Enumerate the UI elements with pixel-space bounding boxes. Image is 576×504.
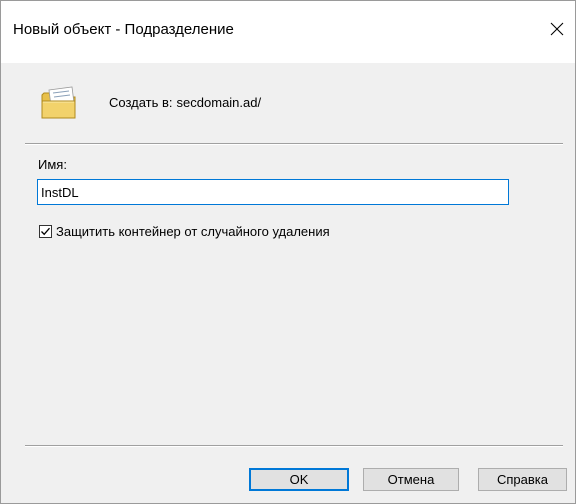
create-in-info: Создать в: secdomain.ad/ [109, 95, 261, 110]
create-in-path: secdomain.ad/ [176, 95, 262, 110]
folder-icon [41, 86, 76, 119]
protect-checkbox[interactable] [39, 224, 52, 238]
close-button[interactable] [539, 9, 575, 49]
window-title: Новый объект - Подразделение [13, 21, 234, 38]
title-bar: Новый объект - Подразделение [1, 1, 575, 63]
close-icon [550, 22, 564, 36]
dialog-body: Создать в:secdomain.ad/ Имя: Защитить ко… [1, 63, 575, 503]
protect-checkbox-row[interactable]: Защитить контейнер от случайного удалени… [39, 223, 330, 239]
create-in-label: Создать в: [109, 95, 173, 110]
new-object-dialog: Новый объект - Подразделение Создать в: s… [0, 0, 576, 504]
header-separator [25, 143, 563, 145]
protect-label: Защитить контейнер от случайного удалени… [56, 223, 330, 239]
checkmark-icon [41, 227, 50, 235]
name-label: Имя: [38, 157, 67, 172]
help-button[interactable]: Справка [478, 468, 567, 491]
name-input[interactable] [37, 179, 509, 205]
footer-separator [25, 445, 563, 447]
cancel-button[interactable]: Отмена [363, 468, 459, 491]
ok-button[interactable]: OK [249, 468, 349, 491]
